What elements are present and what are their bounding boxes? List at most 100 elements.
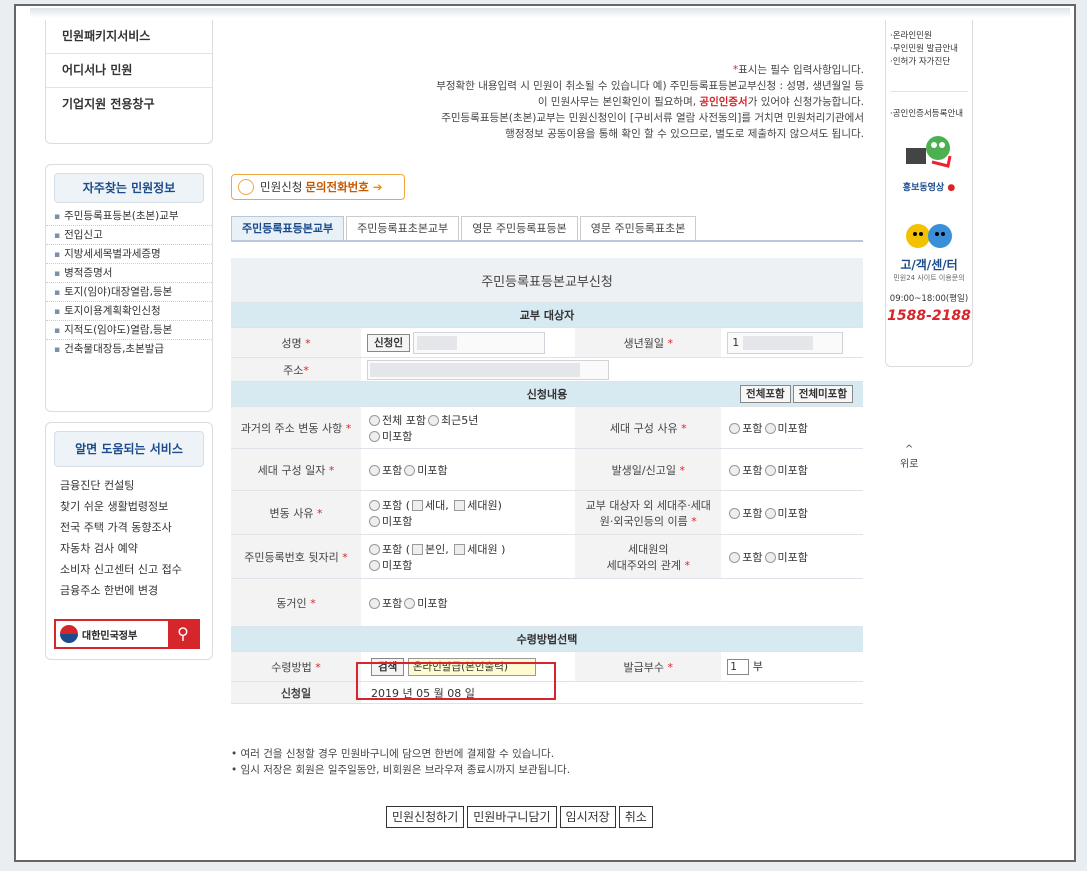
menu-business-support[interactable]: 기업지원 전용창구 [46, 88, 212, 121]
right-link[interactable]: ·인허가 자가진단 [886, 56, 972, 69]
required-mark: * [310, 596, 316, 610]
tab-english-abstract[interactable]: 영문 주민등록표초본 [579, 216, 697, 241]
notice-text: *표시는 필수 입력사항입니다. 부정확한 내용입력 시 민원이 취소될 수 있… [300, 62, 864, 142]
faq-item[interactable]: 병적증명서 [46, 264, 212, 283]
right-panel: ·온라인민원 ·무인민원 발급안내 ·인허가 자가진단 ·공인인증서등록안내 홍… [885, 20, 973, 367]
gov-label: 대한민국정부 [82, 630, 138, 642]
useful-item[interactable]: 전국 주택 가격 동향조사 [46, 517, 212, 538]
note-line2: 부정확한 내용입력 시 민원이 취소될 수 있습니다 예) 주민등록표등본교부신… [436, 80, 864, 92]
useful-item[interactable]: 자동차 검사 예약 [46, 538, 212, 559]
faq-item[interactable]: 토지이용계획확인신청 [46, 302, 212, 321]
checkbox-household[interactable] [412, 500, 424, 511]
cancel-button[interactable]: 취소 [618, 806, 653, 828]
useful-item[interactable]: 금융주소 한번에 변경 [46, 580, 212, 601]
radio-exclude[interactable] [404, 598, 416, 609]
radio-include[interactable] [369, 500, 380, 511]
addr-cell [361, 357, 863, 382]
radio-include[interactable] [729, 552, 741, 563]
name-label-cell: 성명 * [231, 327, 361, 358]
faq-item[interactable]: 전입신고 [46, 226, 212, 245]
search-icon[interactable]: ⚲ [168, 621, 198, 647]
faq-box: 자주찾는 민원정보 주민등록표등본(초본)교부 전입신고 지방세세목별과세증명 … [45, 164, 213, 412]
top-gradient [30, 8, 1070, 18]
promo-video-link[interactable]: 홍보동영상 ● [886, 180, 972, 193]
apply-button[interactable]: 민원신청하기 [386, 806, 465, 828]
right-link[interactable]: ·무인민원 발급안내 [886, 43, 972, 56]
exclude-all-button[interactable]: 전체미포함 [792, 385, 853, 403]
past-addr-label-cell: 과거의 주소 변동 사항 * [231, 406, 361, 449]
radio-include[interactable] [369, 544, 380, 555]
temp-save-button[interactable]: 임시저장 [559, 806, 616, 828]
radio-exclude[interactable] [764, 423, 776, 434]
menu-package-service[interactable]: 민원패키지서비스 [46, 20, 212, 54]
radio-include[interactable] [369, 598, 380, 609]
change-reason-label: 변동 사유 [269, 506, 314, 520]
gov-search[interactable]: 대한민국정부 ⚲ [54, 619, 200, 649]
opt-household: 세대, [425, 498, 449, 512]
opt-include: 포함 [382, 463, 403, 477]
checkbox-member[interactable] [454, 500, 466, 511]
opt-exclude: 미포함 [777, 463, 808, 477]
addr-input[interactable] [367, 359, 609, 380]
relation-label-cell: 세대원의 세대주와의 관계 * [575, 534, 722, 579]
checkbox-self[interactable] [412, 544, 424, 555]
opt-include: 포함 [742, 421, 763, 435]
radio-exclude[interactable] [764, 465, 776, 476]
tab-english-copy[interactable]: 영문 주민등록표등본 [461, 216, 578, 241]
radio-exclude[interactable] [369, 560, 380, 571]
mascot-cc-icon [906, 224, 952, 248]
birth-label-cell: 생년월일 * [575, 327, 722, 358]
right-link[interactable]: ·공인인증서등록안내 [886, 108, 972, 121]
opt-self: 본인, [425, 542, 449, 556]
cohabitant-label: 동거인 [276, 596, 307, 610]
tab-resident-abstract[interactable]: 주민등록표초본교부 [346, 216, 460, 241]
useful-item[interactable]: 금융진단 컨설팅 [46, 475, 212, 496]
faq-item[interactable]: 건축물대장등,초본발급 [46, 340, 212, 358]
include-all-button[interactable]: 전체포함 [740, 385, 791, 403]
radio-include[interactable] [369, 465, 380, 476]
radio-exclude[interactable] [764, 508, 776, 519]
radio-exclude[interactable] [404, 465, 416, 476]
add-basket-button[interactable]: 민원바구니담기 [467, 806, 557, 828]
required-mark: * [315, 660, 321, 674]
cohabitant-options: 포함 미포함 [361, 578, 863, 627]
opt-exclude: 미포함 [382, 514, 413, 528]
menu-anywhere-service[interactable]: 어디서나 민원 [46, 54, 212, 88]
action-buttons: 민원신청하기 민원바구니담기 임시저장 취소 [386, 806, 656, 828]
faq-item[interactable]: 지적도(임야도)열람,등본 [46, 321, 212, 340]
copies-input[interactable]: 1 [727, 659, 750, 675]
applicant-button[interactable]: 신청인 [367, 333, 410, 352]
scroll-top-button[interactable]: ^ 위로 [900, 444, 918, 470]
required-mark: * [684, 558, 690, 572]
radio-exclude[interactable] [369, 431, 380, 442]
radio-include[interactable] [729, 465, 741, 476]
radio-all[interactable] [369, 415, 380, 426]
name-input[interactable] [413, 331, 546, 354]
radio-include[interactable] [729, 423, 741, 434]
radio-recent5[interactable] [427, 415, 439, 426]
receive-label: 수령방법 [271, 660, 312, 674]
checkbox-member[interactable] [454, 544, 466, 555]
radio-exclude[interactable] [764, 552, 776, 563]
faq-item[interactable]: 지방세세목별과세증명 [46, 245, 212, 264]
household-date-label-cell: 세대 구성 일자 * [231, 448, 361, 491]
birth-prefix: 1 [732, 335, 740, 349]
required-mark: * [681, 421, 687, 435]
tab-resident-copy[interactable]: 주민등록표등본교부 [231, 216, 345, 241]
right-link[interactable]: ·온라인민원 [886, 30, 972, 43]
opt-member: 세대원) [467, 498, 502, 512]
faq-item[interactable]: 주민등록표등본(초본)교부 [46, 207, 212, 226]
radio-include[interactable] [729, 508, 741, 519]
occur-date-label: 발생일/신고일 [611, 463, 676, 477]
radio-exclude[interactable] [369, 516, 380, 527]
copies-label-cell: 발급부수 * [575, 651, 722, 682]
useful-services-box: 알면 도움되는 서비스 금융진단 컨설팅 찾기 쉬운 생활법령정보 전국 주택 … [45, 422, 213, 660]
required-mark: * [667, 660, 674, 674]
bullet-1: • 여러 건을 신청할 경우 민원바구니에 담으면 한번에 결제할 수 있습니다… [231, 748, 555, 760]
faq-item[interactable]: 토지(임야)대장열람,등본 [46, 283, 212, 302]
useful-item[interactable]: 소비자 신고센터 신고 접수 [46, 559, 212, 580]
inquiry-phone-button[interactable]: 민원신청 문의전화번호 ➔ [231, 174, 405, 200]
useful-item[interactable]: 찾기 쉬운 생활법령정보 [46, 496, 212, 517]
other-names-label-1: 교부 대상자 외 세대주·세대 [585, 498, 711, 512]
birth-input[interactable]: 1 [727, 331, 844, 354]
